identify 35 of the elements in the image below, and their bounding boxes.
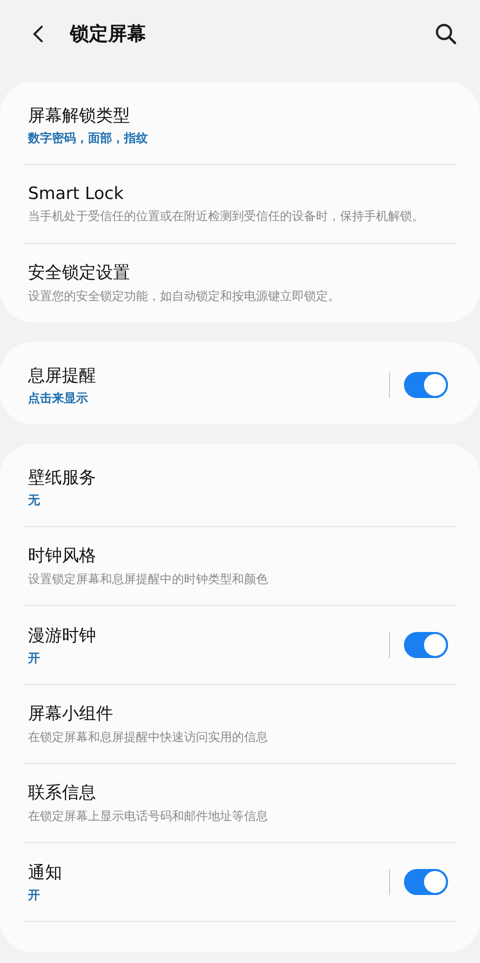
item-summary: 无 [28,492,41,508]
settings-item[interactable]: 息屏提醒 点击来显示 [0,346,480,424]
settings-item[interactable]: 安全锁定设置 设置您的安全锁定功能，如自动锁定和按电源键立即锁定。 [0,244,480,322]
item-summary: 数字密码，面部，指纹 [28,130,149,146]
page-title: 锁定屏幕 [70,22,147,47]
item-title: 漫游时钟 [28,624,97,646]
item-title: 时钟风格 [28,545,97,567]
item-description: 在锁定屏幕上显示电话号码和邮件地址等信息 [28,808,269,825]
item-title: 联系信息 [28,782,97,804]
settings-item[interactable]: 屏幕小组件 在锁定屏幕和息屏提醒中快速访问实用的信息 [0,685,480,763]
item-description: 在锁定屏幕和息屏提醒中快速访问实用的信息 [28,729,269,746]
item-title: Smart Lock [28,184,125,204]
toggle-switch[interactable] [404,632,448,658]
settings-item[interactable]: 壁纸服务 无 [0,448,480,526]
item-summary: 开 [28,650,41,666]
settings-item[interactable]: 时钟风格 设置锁定屏幕和息屏提醒中的时钟类型和颜色 [0,527,480,605]
toggle-switch[interactable] [404,372,448,398]
item-title: 息屏提醒 [28,364,97,386]
item-title: 屏幕小组件 [28,703,114,725]
item-title: 壁纸服务 [28,466,97,488]
item-summary: 开 [28,886,41,904]
settings-item[interactable]: 漫游时钟 开 [0,606,480,684]
settings-item[interactable]: Smart Lock 当手机处于受信任的位置或在附近检测到受信任的设备时，保持手机解锁。 [0,165,480,243]
item-description: 当手机处于受信任的位置或在附近检测到受信任的设备时，保持手机解锁。 [28,208,425,224]
item-title: 屏幕解锁类型 [28,104,131,126]
item-description: 设置锁定屏幕和息屏提醒中的时钟类型和颜色 [28,571,269,588]
settings-item[interactable]: 通知 开 [0,843,480,921]
settings-item[interactable]: 联系信息 在锁定屏幕上显示电话号码和邮件地址等信息 [0,764,480,842]
settings-item[interactable]: 屏幕解锁类型 数字密码，面部，指纹 [0,86,480,164]
item-title: 通知 [28,862,63,884]
item-description: 设置您的安全锁定功能，如自动锁定和按电源键立即锁定。 [28,288,341,305]
toggle-switch[interactable] [404,869,448,895]
search-icon [434,22,458,46]
item-title: 安全锁定设置 [28,262,131,284]
item-summary: 点击来显示 [28,390,89,406]
